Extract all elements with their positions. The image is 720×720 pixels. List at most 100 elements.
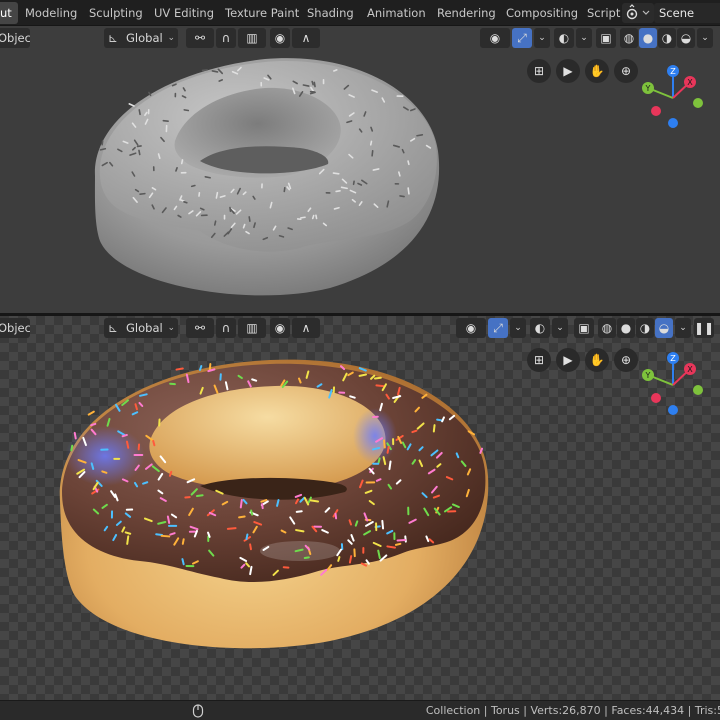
neg-z-axis-handle[interactable] [668, 405, 678, 415]
neg-x-axis-handle[interactable] [651, 393, 661, 403]
sprinkle [251, 378, 258, 382]
overlays-toggle[interactable]: ◐ [554, 28, 574, 48]
sprinkle [211, 70, 219, 73]
rendered-sphere-icon: ◒ [680, 31, 692, 45]
tab-rendering[interactable]: Rendering [431, 2, 502, 24]
zoom-view-button[interactable]: ⊕ [614, 59, 638, 83]
shading-material-button[interactable]: ◑ [636, 318, 654, 338]
gizmo-toggle[interactable]: ⤢ [488, 318, 508, 338]
shading-wireframe-button[interactable]: ◍ [620, 28, 638, 48]
xray-toggle[interactable]: ▣ [574, 318, 594, 338]
transform-orientation-dropdown[interactable]: ⊾ Global ⌄ [104, 28, 178, 48]
neg-y-axis-handle[interactable] [693, 385, 703, 395]
sprinkle [295, 529, 305, 533]
falloff-dropdown[interactable]: ∧ [292, 28, 320, 48]
pan-view-button[interactable]: ✋ [585, 348, 609, 372]
tab-layout[interactable]: ut [0, 2, 18, 24]
tab-texture-paint[interactable]: Texture Paint [219, 2, 305, 24]
camera-view-button[interactable]: ▶ [556, 59, 580, 83]
neg-x-axis-handle[interactable] [651, 106, 661, 116]
sprinkle [87, 410, 95, 416]
sprinkle [276, 499, 280, 507]
navigation-gizmo[interactable]: Z Y X [638, 350, 708, 420]
neg-z-axis-handle[interactable] [668, 118, 678, 128]
wireframe-sphere-icon: ◍ [601, 321, 613, 335]
snap-toggle[interactable]: ∩ [216, 28, 236, 48]
proportional-edit-toggle[interactable]: ◉ [270, 318, 290, 338]
chevron-down-icon: ⌄ [701, 33, 709, 43]
proportional-edit-toggle[interactable]: ◉ [270, 28, 290, 48]
scene-name-field[interactable]: Scene [654, 3, 720, 23]
zoom-view-button[interactable]: ⊕ [614, 348, 638, 372]
viewport-rendered[interactable]: Object ⊾ Global ⌄ ⚯ ∩ ▥ ◉ ∧ ◉ ⤢ ⌄ ◐ ⌄ ▣ … [0, 316, 720, 700]
sprinkle [195, 494, 204, 498]
shading-rendered-button[interactable]: ◒ [677, 28, 695, 48]
xray-toggle[interactable]: ▣ [596, 28, 616, 48]
navigation-gizmo[interactable]: Z Y X [638, 63, 708, 133]
shading-solid-button[interactable]: ● [639, 28, 657, 48]
sprinkle [175, 167, 178, 172]
tab-animation[interactable]: Animation [361, 2, 432, 24]
shading-solid-button[interactable]: ● [617, 318, 635, 338]
overlays-dropdown[interactable]: ⌄ [552, 318, 568, 338]
sprinkle [369, 140, 373, 146]
sprinkle [407, 187, 410, 195]
status-bar: Collection | Torus | Verts:26,870 | Face… [0, 700, 720, 720]
transform-orientation-dropdown[interactable]: ⊾ Global ⌄ [104, 318, 178, 338]
snap-toggle[interactable]: ∩ [216, 318, 236, 338]
solid-sphere-icon: ● [620, 321, 632, 335]
object-mode-label: Object [0, 31, 30, 45]
gizmo-toggle[interactable]: ⤢ [512, 28, 532, 48]
camera-view-button[interactable]: ▶ [556, 348, 580, 372]
tab-uv-editing[interactable]: UV Editing [148, 2, 220, 24]
visibility-dropdown[interactable]: ◉ [480, 28, 510, 48]
gizmo-options-dropdown[interactable]: ⌄ [534, 28, 550, 48]
scene-selector-button[interactable] [622, 3, 654, 23]
sprinkle [283, 186, 286, 193]
overlays-toggle[interactable]: ◐ [530, 318, 550, 338]
sprinkle [121, 433, 128, 438]
tab-modeling[interactable]: Modeling [19, 2, 83, 24]
falloff-dropdown[interactable]: ∧ [292, 318, 320, 338]
sprinkle [99, 147, 107, 151]
workspace-bar: ut Modeling Sculpting UV Editing Texture… [0, 0, 720, 26]
object-mode-dropdown[interactable]: Object [0, 28, 30, 48]
sprinkle [226, 527, 237, 530]
snap-options-dropdown[interactable]: ▥ [238, 318, 266, 338]
shading-material-button[interactable]: ◑ [658, 28, 676, 48]
neg-y-axis-handle[interactable] [693, 98, 703, 108]
pivot-icon: ⚯ [194, 31, 206, 45]
sprinkle [148, 91, 152, 97]
shading-wireframe-button[interactable]: ◍ [598, 318, 616, 338]
pivot-point-dropdown[interactable]: ⚯ [186, 28, 214, 48]
pause-render-button[interactable]: ❚❚ [694, 318, 714, 338]
shading-rendered-button[interactable]: ◒ [655, 318, 673, 338]
tab-shading[interactable]: Shading [301, 2, 360, 24]
pivot-point-dropdown[interactable]: ⚯ [186, 318, 214, 338]
tab-compositing[interactable]: Compositing [500, 2, 584, 24]
tab-scripting[interactable]: Script [581, 2, 626, 24]
object-mode-dropdown[interactable]: Object [0, 318, 30, 338]
sprinkle [311, 214, 315, 220]
pan-view-button[interactable]: ✋ [585, 59, 609, 83]
visibility-dropdown[interactable]: ◉ [456, 318, 486, 338]
material-sphere-icon: ◑ [661, 31, 673, 45]
shading-options-dropdown[interactable]: ⌄ [697, 28, 713, 48]
proportional-icon: ◉ [274, 31, 286, 45]
snap-options-dropdown[interactable]: ▥ [238, 28, 266, 48]
sprinkle [198, 365, 203, 371]
shading-options-dropdown[interactable]: ⌄ [675, 318, 691, 338]
gizmo-icon: ⤢ [493, 321, 503, 335]
gizmo-options-dropdown[interactable]: ⌄ [510, 318, 526, 338]
ortho-toggle-button[interactable]: ⊞ [527, 348, 551, 372]
ortho-toggle-button[interactable]: ⊞ [527, 59, 551, 83]
sprinkle [295, 510, 303, 513]
viewport-solid[interactable]: Object ⊾ Global ⌄ ⚯ ∩ ▥ ◉ ∧ ◉ ⤢ ⌄ ◐ ⌄ ▣ … [0, 26, 720, 313]
gizmo-icon: ⤢ [517, 31, 527, 45]
overlays-dropdown[interactable]: ⌄ [576, 28, 592, 48]
sprinkle [407, 160, 410, 166]
tab-sculpting[interactable]: Sculpting [83, 2, 149, 24]
orientation-icon: ⊾ [108, 321, 119, 335]
chevron-down-icon: ⌄ [580, 33, 588, 43]
sprinkle [70, 444, 74, 452]
